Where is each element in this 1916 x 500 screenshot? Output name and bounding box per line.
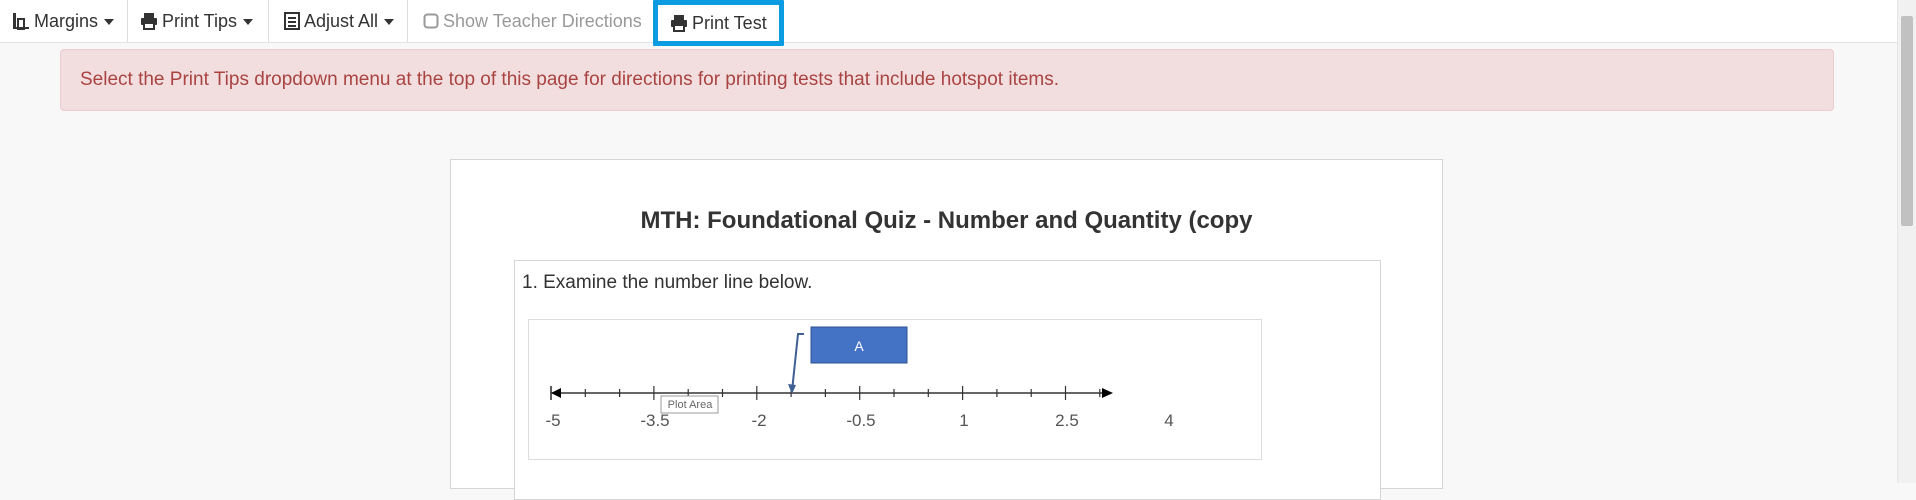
print-tips-label: Print Tips [162,10,238,31]
print-test-button[interactable]: Print Test [653,0,784,46]
show-teacher-directions-label: Show Teacher Directions [443,10,642,31]
tick-label: 2.5 [1055,411,1079,430]
chevron-down-icon [384,19,395,25]
point-a-label: A [854,338,864,354]
axis-arrow-left [551,388,561,398]
printer-icon [140,12,158,30]
tick-label: 1 [959,411,968,430]
scrollbar-thumb[interactable] [1901,16,1913,226]
test-title: MTH: Foundational Quiz - Number and Quan… [640,207,1253,234]
tick-label: -0.5 [846,411,875,430]
number-line-graphic: -5 -3.5 -2 -0.5 1 2.5 4 A Plot Area [545,326,1174,430]
chevron-down-icon [243,19,254,25]
tick-label: -3.5 [640,411,669,430]
tick-label: 4 [1164,411,1173,430]
print-test-label: Print Test [692,12,767,33]
test-page: MTH: Foundational Quiz - Number and Quan… [450,159,1443,500]
alert-text: Select the Print Tips dropdown menu at t… [80,69,1060,90]
tick-label: -5 [545,411,560,430]
plot-area-tooltip-text: Plot Area [668,399,714,411]
printer-icon [670,14,688,32]
print-tips-dropdown[interactable]: Print Tips [128,0,269,42]
vertical-scrollbar[interactable] [1897,0,1916,483]
show-teacher-directions-toggle[interactable]: Show Teacher Directions [408,0,653,42]
margins-dropdown[interactable]: Margins [0,0,128,42]
chevron-down-icon [104,19,115,25]
axis-arrow-right [1102,388,1113,398]
margins-icon [12,12,30,30]
question-1: 1. Examine the number line below. -5 -3.… [514,260,1381,500]
point-pointer-line [791,333,804,392]
adjust-all-label: Adjust All [304,10,379,31]
checkbox-icon [423,13,439,29]
list-alt-icon [284,12,300,30]
print-tips-alert: Select the Print Tips dropdown menu at t… [60,49,1834,111]
tick-label: -2 [751,411,766,430]
margins-label: Margins [34,10,99,31]
question-text: 1. Examine the number line below. [522,272,813,293]
adjust-all-dropdown[interactable]: Adjust All [269,0,408,42]
toolbar: Margins Print Tips Adjust All Show Teach… [0,0,1898,46]
number-line-image: -5 -3.5 -2 -0.5 1 2.5 4 A Plot Area [528,319,1262,460]
